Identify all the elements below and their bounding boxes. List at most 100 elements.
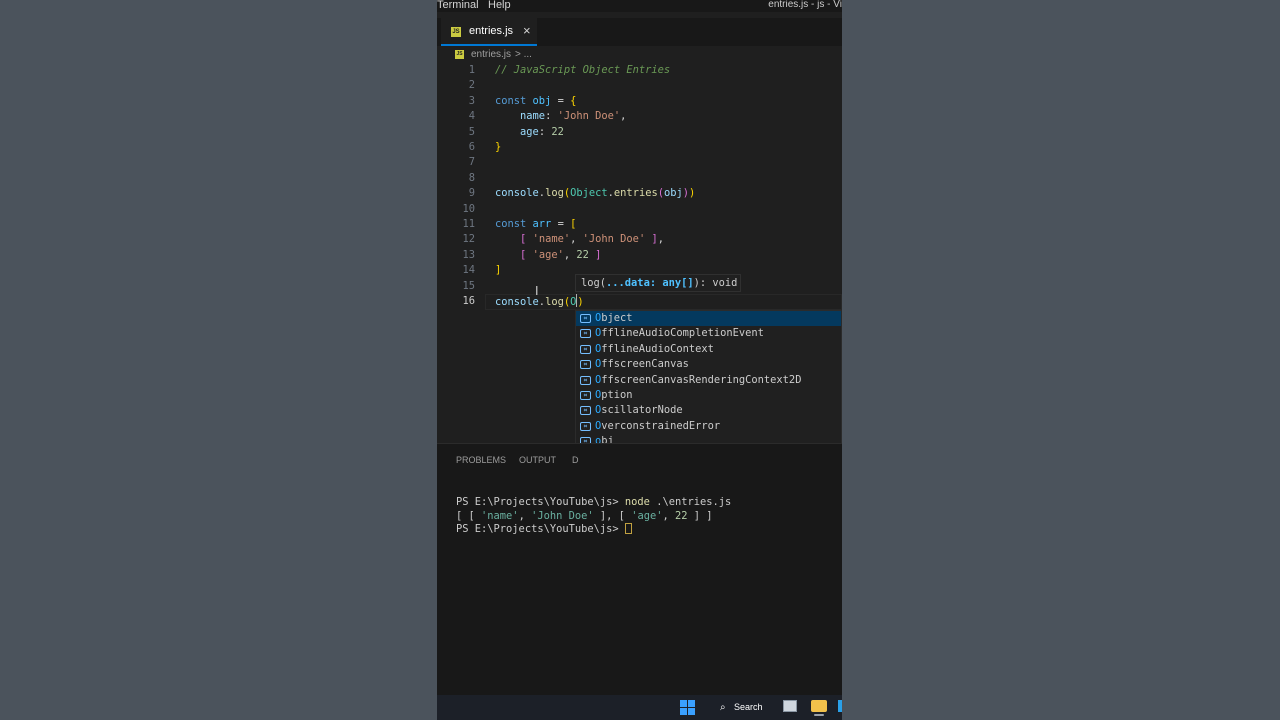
- suggestion-rest: ffscreenCanvasRenderingContext2D: [601, 373, 802, 386]
- bottom-panel: PROBLEMS OUTPUT D PS E:\Projects\YouTube…: [437, 443, 842, 695]
- string: 'John Doe': [557, 110, 621, 123]
- suggestion-rest: verconstrainedError: [601, 419, 721, 432]
- code-line-4: name: 'John Doe',: [495, 109, 626, 124]
- file-explorer-icon[interactable]: [811, 700, 827, 712]
- suggestion-item[interactable]: ⌗ OverconstrainedError: [576, 419, 841, 434]
- suggestion-label: OverconstrainedError: [595, 419, 720, 434]
- tab-output[interactable]: OUTPUT: [519, 455, 556, 465]
- line-number: 4: [468, 110, 475, 123]
- terminal-prompt: PS E:\Projects\YouTube\js>: [456, 523, 625, 536]
- breadcrumb-file[interactable]: entries.js: [471, 49, 511, 60]
- suggestion-item[interactable]: ⌗ Option: [576, 388, 841, 403]
- menu-help[interactable]: Help: [488, 0, 511, 11]
- suggestion-item[interactable]: ⌗ OfflineAudioContext: [576, 342, 841, 357]
- vscode-taskbar-icon[interactable]: [838, 700, 842, 712]
- keyword: const: [495, 94, 527, 107]
- close-icon[interactable]: ×: [523, 23, 531, 38]
- symbol-variable-icon: ⌗: [580, 375, 591, 385]
- identifier: console: [495, 296, 539, 308]
- punctuation: ,: [570, 233, 577, 246]
- keyword: const: [495, 218, 527, 230]
- tab-problems[interactable]: PROBLEMS: [456, 455, 506, 465]
- string: 'John Doe': [582, 233, 646, 246]
- code-line-6: }: [495, 140, 501, 155]
- class: Object: [570, 187, 608, 200]
- punctuation: :: [545, 110, 558, 123]
- code-line-13: [ 'age', 22 ]: [495, 248, 601, 263]
- property: age: [520, 125, 539, 138]
- symbol-variable-icon: ⌗: [580, 421, 591, 431]
- symbol-variable-icon: ⌗: [580, 314, 591, 323]
- vscode-window: Terminal Help entries.js - js - Vi JS en…: [437, 0, 842, 720]
- suggestion-rest: ffscreenCanvas: [601, 358, 689, 371]
- bracket: ]: [495, 264, 502, 277]
- tab-debug-console[interactable]: D: [572, 455, 579, 465]
- suggestion-item[interactable]: ⌗ OfflineAudioCompletionEvent: [576, 326, 841, 341]
- suggestion-label: OfflineAudioContext: [595, 342, 714, 357]
- suggestion-rest: fflineAudioContext: [601, 342, 714, 355]
- function: log: [545, 187, 564, 200]
- operator: =: [551, 94, 571, 107]
- line-number: 12: [462, 233, 475, 246]
- bracket: [: [520, 248, 527, 261]
- terminal-output: ], [: [593, 509, 632, 522]
- breadcrumb-rest[interactable]: > ...: [515, 49, 532, 60]
- terminal-args: .\entries.js: [649, 496, 732, 508]
- line-number-active: 16: [462, 295, 475, 307]
- javascript-file-icon: JS: [451, 27, 461, 37]
- menu-terminal[interactable]: Terminal: [437, 0, 479, 11]
- terminal-output: 'name': [481, 509, 519, 522]
- line-number: 2: [468, 79, 475, 92]
- task-view-icon[interactable]: [783, 700, 797, 712]
- suggestion-item[interactable]: ⌗ Object: [576, 311, 841, 327]
- hint-prefix: log(: [581, 277, 607, 289]
- line-number: 9: [468, 187, 475, 200]
- identifier: obj: [532, 94, 552, 107]
- tab-bar: JS entries.js ×: [437, 18, 842, 46]
- line-number: 11: [462, 218, 475, 230]
- code-line-5: age: 22: [495, 125, 564, 140]
- punctuation: ,: [657, 233, 664, 246]
- taskbar-search-button[interactable]: ⌕ Search: [712, 700, 763, 715]
- suggestion-item[interactable]: ⌗ OffscreenCanvasRenderingContext2D: [576, 373, 841, 388]
- line-number: 5: [468, 125, 475, 138]
- function: entries: [613, 187, 658, 200]
- suggestion-label: OfflineAudioCompletionEvent: [595, 326, 764, 341]
- tab-label: entries.js: [469, 25, 514, 37]
- terminal-command: node: [624, 496, 650, 508]
- terminal-output: [ [: [456, 509, 482, 522]
- tab-entries-js[interactable]: JS entries.js ×: [441, 18, 537, 46]
- string: 'age': [532, 248, 564, 261]
- comment: // JavaScript Object Entries: [495, 64, 671, 76]
- suggestion-label: Object: [595, 311, 633, 326]
- windows-start-icon[interactable]: [680, 700, 695, 715]
- mouse-ibeam-cursor: I: [535, 284, 539, 298]
- suggestion-item[interactable]: ⌗ OffscreenCanvas: [576, 357, 841, 372]
- code-line-1: // JavaScript Object Entries: [495, 63, 670, 78]
- terminal-output: 'John Doe': [531, 509, 594, 522]
- symbol-variable-icon: ⌗: [580, 360, 591, 370]
- identifier: arr: [532, 218, 552, 230]
- line-number: 15: [462, 279, 475, 292]
- bracket: [: [570, 218, 577, 230]
- identifier: obj: [663, 187, 683, 200]
- parameter-hint: log(...data: any[]): void: [575, 274, 741, 292]
- terminal[interactable]: PS E:\Projects\YouTube\js> node .\entrie…: [456, 496, 731, 537]
- property: name: [520, 110, 546, 123]
- punctuation: ,: [563, 248, 571, 261]
- punctuation: ,: [620, 110, 627, 123]
- hint-suffix: ): void: [693, 277, 738, 289]
- paren: ): [577, 296, 584, 308]
- suggestion-rest: scillatorNode: [601, 404, 683, 417]
- number: 22: [551, 125, 564, 138]
- terminal-output: ,: [518, 509, 532, 522]
- line-number: 14: [462, 264, 475, 277]
- suggestion-label: OffscreenCanvasRenderingContext2D: [595, 373, 801, 388]
- symbol-variable-icon: ⌗: [580, 406, 591, 416]
- line-number: 10: [462, 202, 475, 215]
- line-number: 8: [468, 171, 475, 184]
- suggestion-label: OscillatorNode: [595, 403, 683, 418]
- symbol-variable-icon: ⌗: [580, 329, 591, 339]
- suggestion-item[interactable]: ⌗ OscillatorNode: [576, 403, 841, 418]
- line-number: 7: [468, 156, 475, 169]
